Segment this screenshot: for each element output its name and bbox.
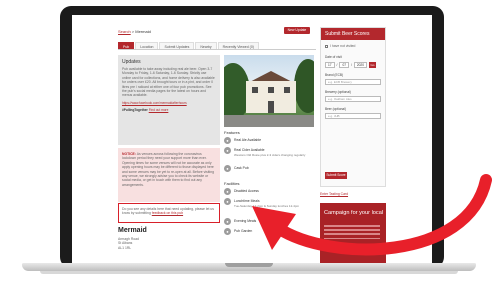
annotation-arrow bbox=[252, 174, 492, 256]
arrow-shaft bbox=[272, 174, 492, 256]
